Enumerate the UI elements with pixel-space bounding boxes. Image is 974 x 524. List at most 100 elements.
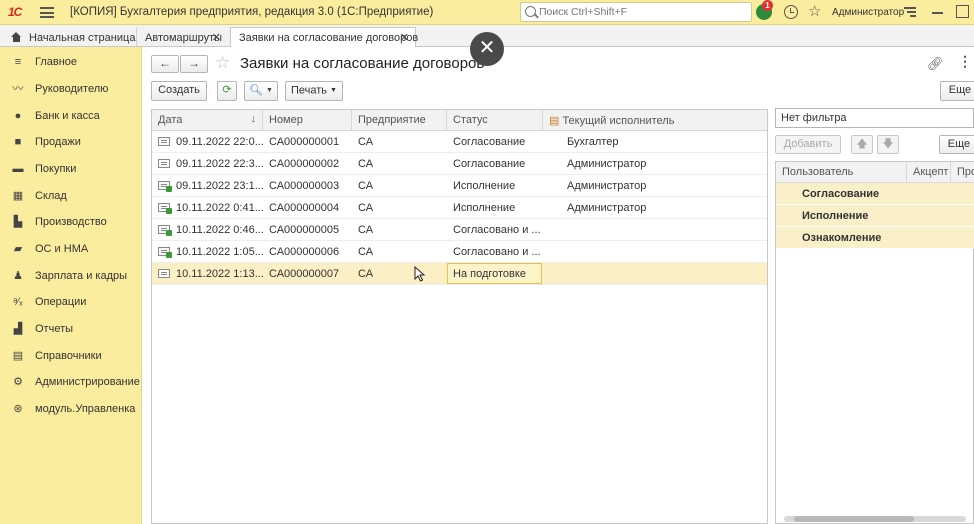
add-favorite-star-icon[interactable]: ☆ [215, 53, 230, 73]
document-posted-icon [158, 203, 172, 214]
column-executor[interactable]: ▤ Текущий исполнитель [543, 110, 767, 131]
main-content: ← → ☆ Заявки на согласование договоров ✕… [143, 32, 974, 524]
home-icon [11, 32, 22, 42]
truck-icon: ▰ [13, 243, 23, 255]
sidebar-item-label: Администрирование [35, 376, 140, 388]
sidebar-item-production[interactable]: ▙ Производство [0, 209, 142, 235]
minimize-icon[interactable] [932, 12, 943, 14]
sidebar-item-label: Продажи [35, 136, 81, 148]
sidebar-item-manager[interactable]: 〰 Руководителю [0, 76, 142, 102]
sidebar-item-reports[interactable]: ▟ Отчеты [0, 316, 142, 342]
close-overlay-button[interactable]: ✕ [470, 32, 504, 66]
search-icon [525, 6, 536, 17]
search-dropdown-button[interactable]: 🔍︎ ▼ [244, 81, 278, 101]
sidebar-item-label: Главное [35, 56, 78, 68]
sidebar-item-label: Производство [35, 216, 107, 228]
table-row[interactable]: 10.11.2022 0:41... СА000000004 СА Исполн… [152, 197, 767, 219]
document-icon [158, 137, 170, 146]
column-date[interactable]: Дата ↓ [152, 110, 263, 131]
sidebar-item-sales[interactable]: ■ Продажи [0, 129, 142, 155]
close-tab-icon[interactable]: ✕ [400, 31, 409, 44]
global-search[interactable] [520, 2, 752, 22]
column-other[interactable]: Про [951, 162, 974, 183]
sidebar-item-purchases[interactable]: ▬ Покупки [0, 156, 142, 182]
tab-label: Автомаршруты [145, 32, 223, 44]
column-number[interactable]: Номер [263, 110, 352, 131]
sidebar-item-main[interactable]: ≡ Главное [0, 49, 142, 75]
more-actions-icon[interactable]: ⋮ [958, 53, 972, 70]
sidebar-item-label: Справочники [35, 350, 102, 362]
group-row[interactable]: Исполнение [776, 205, 974, 227]
sidebar-item-module[interactable]: ⊛ модуль.Управленка [0, 396, 142, 422]
title-bar: 1С [КОПИЯ] Бухгалтерия предприятия, реда… [0, 0, 974, 25]
favorites-star-icon[interactable]: ☆ [808, 2, 821, 20]
group-row[interactable]: Ознакомление [776, 227, 974, 249]
move-up-button[interactable]: 🡅 [851, 135, 873, 154]
group-row[interactable]: Согласование [776, 183, 974, 205]
filter-field[interactable]: Нет фильтра [775, 108, 974, 128]
sidebar-item-salary[interactable]: ♟ Зарплата и кадры [0, 263, 142, 289]
requests-table: Дата ↓ Номер Предприятие Статус ▤ Текущий… [151, 109, 768, 524]
sidebar-item-label: Покупки [35, 163, 77, 175]
factory-icon: ▙ [13, 216, 23, 228]
maximize-icon[interactable] [956, 5, 969, 18]
sidebar-item-catalogs[interactable]: ▤ Справочники [0, 343, 142, 369]
move-down-button[interactable]: 🡇 [877, 135, 899, 154]
current-user[interactable]: Администратор [832, 7, 904, 18]
tab-automarshruty[interactable]: Автомаршруты ✕ [136, 27, 228, 47]
back-button[interactable]: ← [151, 55, 179, 73]
sidebar-item-operations[interactable]: ᵃ⁄ₓ Операции [0, 289, 142, 315]
table-row[interactable]: 10.11.2022 0:46... СА000000005 СА Соглас… [152, 219, 767, 241]
create-button[interactable]: Создать [151, 81, 207, 101]
app-logo[interactable]: 1С [8, 5, 32, 19]
books-icon: ▤ [12, 350, 24, 362]
close-tab-icon[interactable]: ✕ [212, 31, 221, 44]
main-menu-icon[interactable] [40, 7, 54, 18]
link-icon[interactable]: 🔗︎ [927, 56, 944, 72]
sidebar-item-label: Операции [35, 296, 87, 308]
table-row[interactable]: 09.11.2022 22:3... СА000000002 СА Соглас… [152, 153, 767, 175]
coin-icon: ● [14, 110, 22, 122]
tab-home[interactable]: Начальная страница [2, 27, 135, 47]
settings-menu-icon[interactable] [904, 7, 916, 18]
notification-badge: 1 [762, 0, 773, 11]
sidebar-item-assets[interactable]: ▰ ОС и НМА [0, 236, 142, 262]
column-status[interactable]: Статус [447, 110, 543, 131]
document-posted-icon [158, 181, 172, 192]
search-input[interactable] [539, 5, 749, 19]
more-button[interactable]: Еще [939, 135, 974, 154]
horizontal-scrollbar[interactable] [784, 516, 966, 522]
table-row[interactable]: 10.11.2022 1:05... СА000000006 СА Соглас… [152, 241, 767, 263]
participants-table: Пользователь Акцепт Про Согласование Исп… [775, 161, 974, 524]
notifications-icon[interactable]: 1 [756, 0, 773, 20]
tab-label: Начальная страница [29, 32, 136, 44]
forward-button[interactable]: → [180, 55, 208, 73]
more-button[interactable]: Еще [940, 81, 974, 101]
table-row[interactable]: 09.11.2022 23:1... СА000000003 СА Исполн… [152, 175, 767, 197]
history-icon[interactable] [784, 5, 798, 19]
print-label: Печать [291, 84, 328, 97]
sidebar: ≡ Главное 〰 Руководителю ● Банк и касса … [0, 47, 142, 524]
print-dropdown-button[interactable]: Печать ▼ [285, 81, 343, 101]
column-accept[interactable]: Акцепт [907, 162, 951, 183]
window-title: [КОПИЯ] Бухгалтерия предприятия, редакци… [70, 6, 434, 18]
table-header: Дата ↓ Номер Предприятие Статус ▤ Текущий… [152, 110, 767, 131]
bar-chart-icon: ▟ [13, 323, 23, 335]
sidebar-item-admin[interactable]: ⚙ Администрирование [0, 369, 142, 395]
table-row-selected[interactable]: 10.11.2022 1:13... СА000000007 СА На под… [152, 263, 767, 285]
column-user[interactable]: Пользователь [776, 162, 907, 183]
bag-icon: ■ [14, 136, 22, 148]
module-icon: ⊛ [13, 403, 23, 415]
add-button[interactable]: Добавить [775, 135, 841, 154]
tab-contract-requests[interactable]: Заявки на согласование договоров ✕ [230, 27, 418, 48]
sidebar-item-label: Склад [35, 190, 67, 202]
status-cell-active[interactable]: На подготовке [447, 263, 542, 284]
sidebar-item-label: Банк и касса [35, 110, 100, 122]
column-company[interactable]: Предприятие [352, 110, 447, 131]
copy-refresh-button[interactable]: ⟳ [217, 81, 237, 101]
menu-icon: ≡ [14, 56, 22, 68]
sidebar-item-warehouse[interactable]: ▦ Склад [0, 183, 142, 209]
warehouse-icon: ▦ [12, 190, 24, 202]
table-row[interactable]: 09.11.2022 22:0... СА000000001 СА Соглас… [152, 131, 767, 153]
sidebar-item-bank[interactable]: ● Банк и касса [0, 103, 142, 129]
